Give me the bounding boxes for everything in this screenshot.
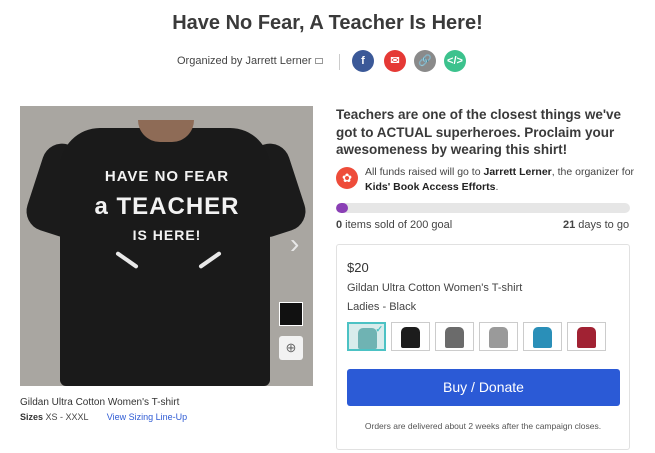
product-photo: HAVE NO FEAR a TEACHER IS HERE! › ⊕	[20, 106, 313, 386]
organizer-row: Organized by Jarrett Lerner f ✉ 🔗 </>	[0, 50, 655, 74]
funds-info: ✿ All funds raised will go to Jarrett Le…	[336, 165, 636, 193]
next-image-arrow-icon[interactable]: ›	[290, 230, 299, 258]
charity-logo-icon: ✿	[336, 167, 358, 189]
color-swatch[interactable]	[567, 322, 606, 351]
color-swatch[interactable]	[479, 322, 518, 351]
orders-note: Orders are delivered about 2 weeks after…	[364, 421, 602, 431]
funds-recipient[interactable]: Jarrett Lerner	[483, 166, 551, 178]
product-name: Gildan Ultra Cotton Women's T-shirt	[20, 397, 180, 408]
color-swatch[interactable]	[391, 322, 430, 351]
swatch-shirt-thumbnail	[358, 328, 377, 349]
view-sizing-link[interactable]: View Sizing Line-Up	[107, 412, 187, 422]
sizes-value: XS - XXXL	[45, 412, 89, 422]
campaign-tagline: Teachers are one of the closest things w…	[336, 107, 622, 158]
shirt-text-line2: a TEACHER	[94, 193, 240, 220]
days-count: 21	[563, 219, 576, 231]
share-email-button[interactable]: ✉	[384, 50, 406, 72]
funds-mid: , the organizer for	[551, 166, 635, 178]
swatch-shirt-thumbnail	[445, 327, 464, 348]
sizes-row: Sizes XS - XXXL View Sizing Line-Up	[20, 412, 187, 422]
goal-progress-fill	[336, 203, 348, 213]
share-link-button[interactable]: 🔗	[414, 50, 436, 72]
sizes-label: Sizes	[20, 412, 44, 422]
funds-suffix: .	[495, 180, 499, 193]
divider	[339, 54, 340, 70]
shirt-design-text: HAVE NO FEAR a TEACHER IS HERE!	[82, 168, 252, 243]
goal-progress-bar	[336, 203, 630, 213]
sold-text: items sold of 200 goal	[342, 219, 453, 231]
days-text: days to go	[575, 219, 630, 231]
share-facebook-button[interactable]: f	[352, 50, 374, 72]
card-product-name: Gildan Ultra Cotton Women's T-shirt	[347, 282, 523, 294]
swatch-shirt-thumbnail	[489, 327, 508, 348]
organizer-info[interactable]: Organized by Jarrett Lerner	[177, 55, 323, 67]
funds-text: All funds raised will go to Jarrett Lern…	[365, 165, 635, 194]
purchase-card: $20 Gildan Ultra Cotton Women's T-shirt …	[336, 244, 630, 450]
swatch-shirt-thumbnail	[577, 327, 596, 348]
page-title: Have No Fear, A Teacher Is Here!	[172, 12, 483, 34]
shirt-text-line3: IS HERE!	[132, 227, 202, 243]
color-swatch[interactable]	[435, 322, 474, 351]
swatch-shirt-thumbnail	[401, 327, 420, 348]
shirt-image	[60, 128, 270, 386]
swatch-shirt-thumbnail	[533, 327, 552, 348]
price: $20	[347, 260, 369, 275]
selected-variant: Ladies - Black	[347, 301, 417, 313]
selected-check-icon: ✓	[375, 324, 383, 334]
organizer-label: Organized by Jarrett Lerner	[177, 55, 312, 67]
items-sold: 0 items sold of 200 goal	[336, 219, 452, 231]
days-remaining: 21 days to go	[563, 219, 629, 231]
image-thumbnail-button[interactable]	[279, 302, 303, 326]
buy-donate-button[interactable]: Buy / Donate	[347, 369, 620, 406]
contact-mail-icon[interactable]	[314, 58, 323, 65]
zoom-icon[interactable]: ⊕	[279, 336, 303, 360]
funds-cause[interactable]: Kids' Book Access Efforts	[365, 181, 495, 193]
funds-prefix: All funds raised will go to	[365, 166, 484, 178]
shirt-text-line1: HAVE NO FEAR	[104, 168, 230, 185]
share-embed-button[interactable]: </>	[444, 50, 466, 72]
color-swatch[interactable]: ✓	[347, 322, 386, 351]
color-swatch[interactable]	[523, 322, 562, 351]
color-swatches: ✓	[347, 322, 606, 351]
